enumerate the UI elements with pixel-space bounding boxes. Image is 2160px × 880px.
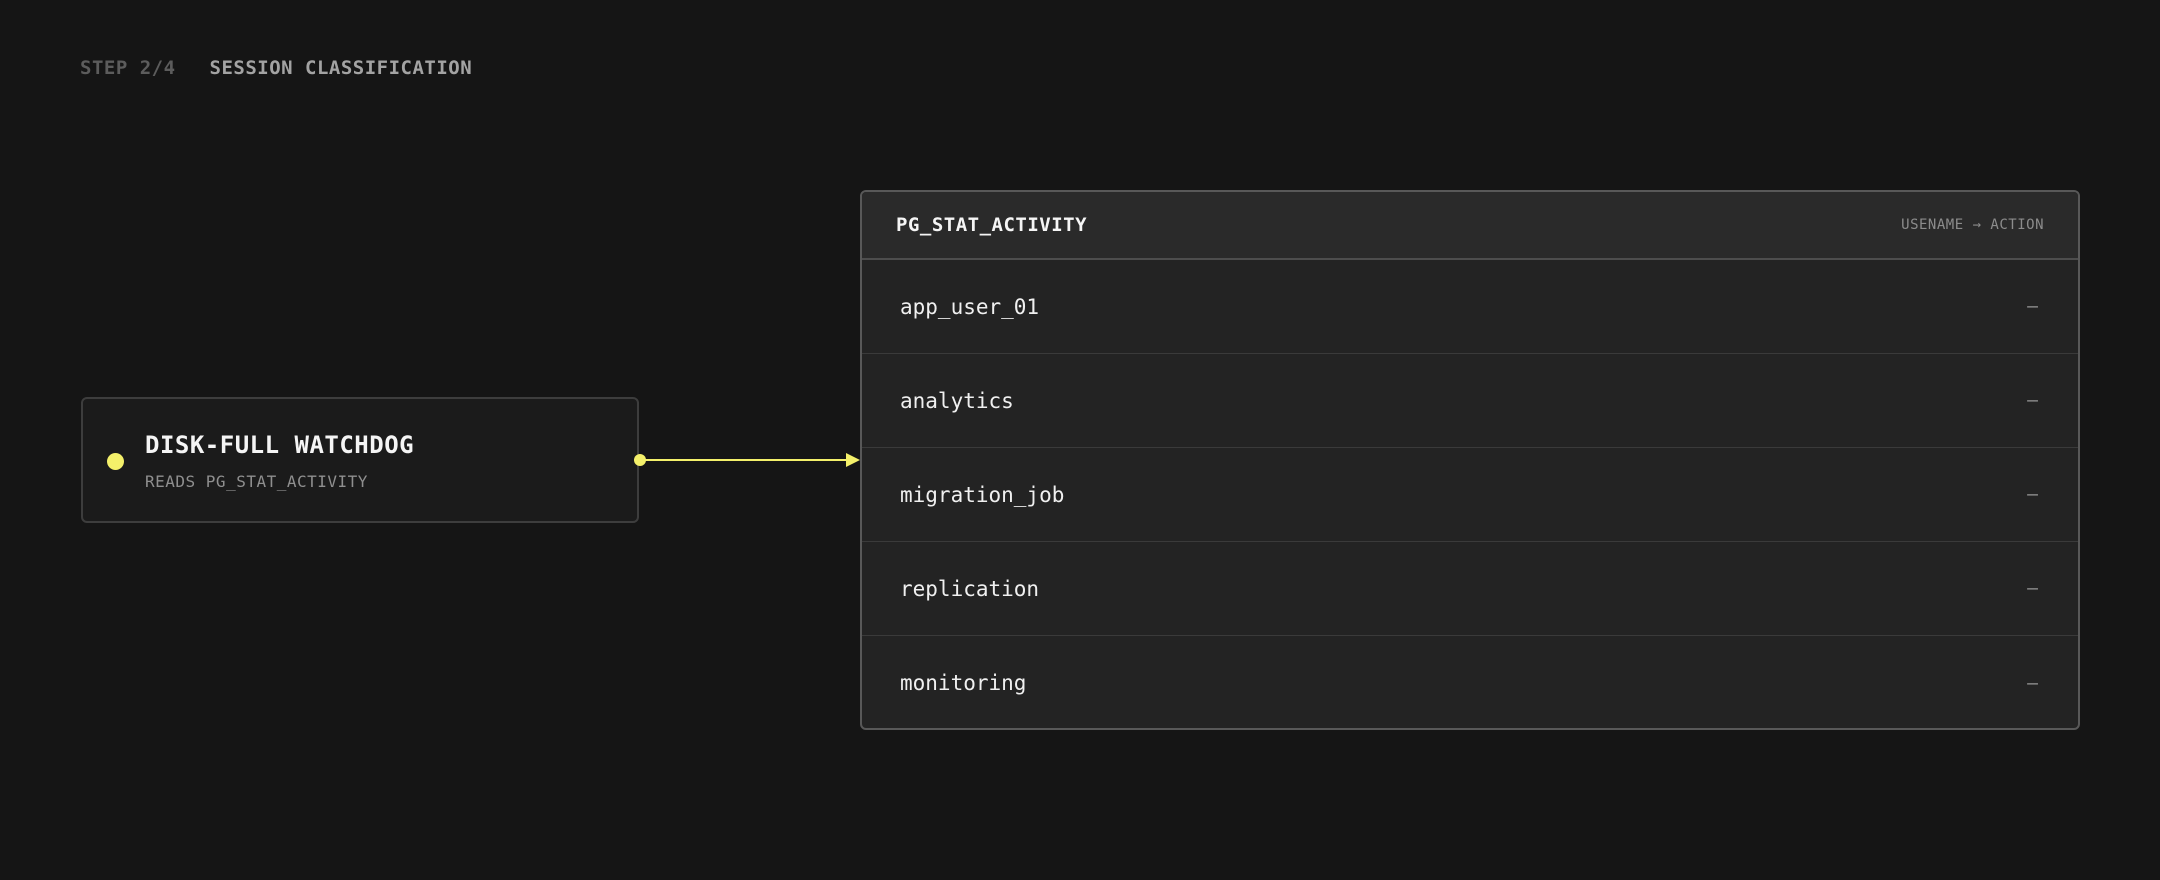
pg-stat-activity-table: PG_STAT_ACTIVITY USENAME → ACTION app_us… [860, 190, 2080, 730]
table-title: PG_STAT_ACTIVITY [896, 214, 1088, 236]
table-row[interactable]: analytics — [862, 354, 2078, 448]
row-action: — [2027, 578, 2038, 599]
connector-start-dot [634, 454, 646, 466]
row-action: — [2027, 390, 2038, 411]
row-action: — [2027, 484, 2038, 505]
table-header: PG_STAT_ACTIVITY USENAME → ACTION [862, 192, 2078, 260]
table-row[interactable]: monitoring — [862, 636, 2078, 728]
row-username: migration_job [900, 482, 1065, 507]
row-action: — [2027, 672, 2038, 694]
table-caption: USENAME → ACTION [1901, 217, 2044, 233]
row-action: — [2027, 296, 2038, 317]
row-username: replication [900, 576, 1040, 601]
arrowhead-icon [846, 453, 860, 467]
row-username: monitoring [900, 671, 1027, 695]
row-username: app_user_01 [900, 294, 1040, 319]
table-row[interactable]: app_user_01 — [862, 260, 2078, 354]
table-row[interactable]: migration_job — [862, 448, 2078, 542]
row-username: analytics [900, 388, 1014, 413]
table-row[interactable]: replication — [862, 542, 2078, 636]
